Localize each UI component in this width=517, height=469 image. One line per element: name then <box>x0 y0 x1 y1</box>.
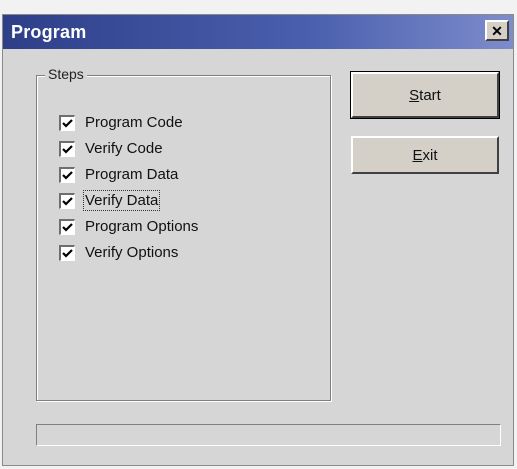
progress-bar <box>36 424 501 446</box>
checkmark-icon <box>62 144 73 154</box>
checkmark-icon <box>62 222 73 232</box>
step-label: Verify Code <box>85 140 163 157</box>
program-dialog: Program ✕ Steps Program Code Verify Code… <box>2 14 514 466</box>
checkbox-program-options[interactable] <box>59 218 75 235</box>
checkbox-verify-code[interactable] <box>59 140 75 157</box>
close-icon: ✕ <box>491 22 503 39</box>
exit-button[interactable]: Exit <box>351 136 499 174</box>
window-title: Program <box>11 22 87 42</box>
step-program-data[interactable]: Program Data <box>59 166 178 183</box>
start-button[interactable]: Start <box>350 71 500 119</box>
steps-group-label: Steps <box>45 66 87 82</box>
exit-button-label: Exit <box>412 146 438 164</box>
checkmark-icon <box>62 118 73 128</box>
checkbox-program-code[interactable] <box>59 114 75 131</box>
steps-groupbox: Steps Program Code Verify Code Program D… <box>36 66 331 401</box>
checkbox-verify-options[interactable] <box>59 244 75 261</box>
step-verify-options[interactable]: Verify Options <box>59 244 178 261</box>
step-label: Program Options <box>85 218 199 235</box>
step-program-options[interactable]: Program Options <box>59 218 198 235</box>
start-button-label: Start <box>409 86 441 104</box>
close-button[interactable]: ✕ <box>485 20 509 41</box>
step-label: Program Code <box>85 114 183 131</box>
step-verify-data[interactable]: Verify Data <box>59 190 161 211</box>
checkbox-program-data[interactable] <box>59 166 75 183</box>
step-label: Verify Data <box>82 190 161 211</box>
step-program-code[interactable]: Program Code <box>59 114 183 131</box>
step-label: Program Data <box>85 166 179 183</box>
checkmark-icon <box>62 170 73 180</box>
checkmark-icon <box>62 248 73 258</box>
checkbox-verify-data[interactable] <box>59 192 75 209</box>
step-label: Verify Options <box>85 244 179 261</box>
checkmark-icon <box>62 196 73 206</box>
step-verify-code[interactable]: Verify Code <box>59 140 163 157</box>
title-bar[interactable]: Program ✕ <box>3 15 513 49</box>
